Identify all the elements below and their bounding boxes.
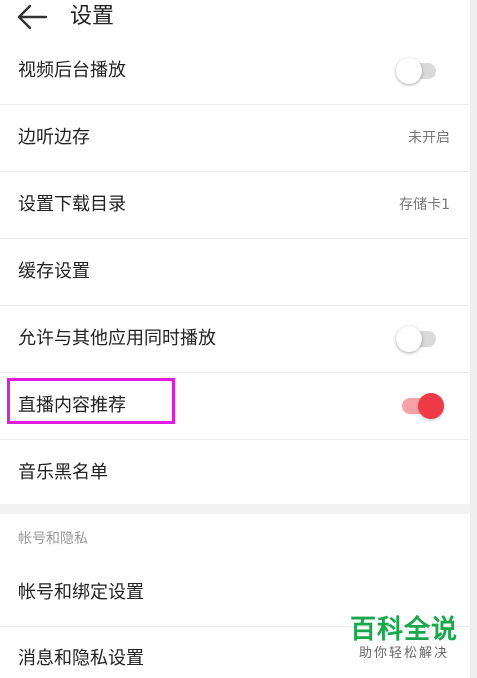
setting-value: 未开启 — [408, 130, 450, 146]
setting-music-blacklist[interactable]: 音乐黑名单 — [0, 440, 470, 506]
back-button[interactable] — [14, 2, 50, 32]
section-header-account: 帐号和隐私 — [18, 531, 88, 547]
setting-label: 消息和隐私设置 — [18, 648, 144, 669]
settings-list: 视频后台播放 边听边存 未开启 设置下载目录 存储卡1 缓存设置 允许与其他应用… — [0, 38, 470, 506]
section-divider — [0, 504, 470, 514]
setting-label: 设置下载目录 — [18, 194, 126, 215]
watermark-logo: 百科全说 助你轻松解决 — [345, 614, 463, 662]
setting-label: 帐号和绑定设置 — [18, 582, 144, 603]
arrow-left-icon — [17, 4, 48, 30]
watermark-main-text: 百科全说 — [349, 615, 458, 645]
video-background-toggle[interactable] — [396, 58, 436, 84]
right-edge-strip — [470, 0, 477, 678]
allow-mix-play-toggle[interactable] — [396, 326, 436, 352]
live-recommend-toggle[interactable] — [402, 393, 444, 419]
setting-play-while-caching[interactable]: 边听边存 未开启 — [0, 105, 470, 172]
toggle-knob — [396, 58, 422, 84]
setting-download-directory[interactable]: 设置下载目录 存储卡1 — [0, 172, 470, 239]
setting-video-background-play[interactable]: 视频后台播放 — [0, 38, 470, 105]
setting-label: 音乐黑名单 — [18, 462, 108, 483]
setting-label: 允许与其他应用同时播放 — [18, 328, 216, 349]
settings-page: 设置 视频后台播放 边听边存 未开启 设置下载目录 存储卡1 缓存设置 允许与其… — [0, 0, 477, 678]
toggle-knob — [396, 326, 422, 352]
setting-value: 存储卡1 — [399, 197, 450, 213]
setting-label: 缓存设置 — [18, 261, 90, 282]
setting-label: 边听边存 — [18, 127, 90, 148]
watermark-sub-text: 助你轻松解决 — [358, 646, 449, 661]
toggle-knob — [418, 393, 444, 419]
highlight-annotation — [7, 378, 175, 424]
setting-allow-mix-play[interactable]: 允许与其他应用同时播放 — [0, 306, 470, 373]
page-title: 设置 — [70, 4, 115, 29]
setting-cache-settings[interactable]: 缓存设置 — [0, 239, 470, 306]
setting-label: 视频后台播放 — [18, 60, 126, 81]
header: 设置 — [0, 0, 470, 36]
